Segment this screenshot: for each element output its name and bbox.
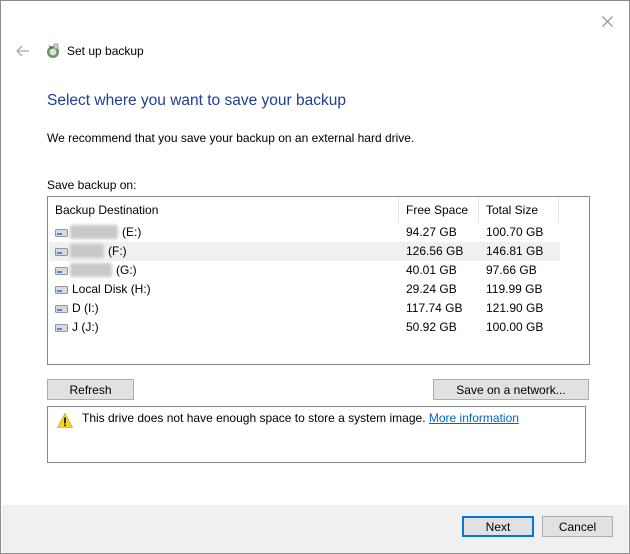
free-space-value: 29.24 GB <box>406 282 457 296</box>
table-row[interactable]: (G:) 40.01 GB 97.66 GB <box>49 261 560 280</box>
close-icon <box>601 15 613 27</box>
more-information-link[interactable]: More information <box>429 411 519 425</box>
setup-backup-window: Set up backup Select where you want to s… <box>0 0 630 554</box>
table-row[interactable]: (F:) 126.56 GB 146.81 GB <box>49 242 560 261</box>
free-space-value: 94.27 GB <box>406 225 457 239</box>
list-header: Backup Destination Free Space Total Size <box>48 197 589 223</box>
footer-bar <box>2 505 628 553</box>
save-backup-on-label: Save backup on: <box>47 178 137 192</box>
column-header-destination[interactable]: Backup Destination <box>48 197 399 223</box>
drive-icon <box>55 324 68 332</box>
warning-icon <box>57 413 73 428</box>
refresh-button[interactable]: Refresh <box>47 379 134 400</box>
table-row[interactable]: (E:) 94.27 GB 100.70 GB <box>49 223 560 242</box>
column-header-free-space[interactable]: Free Space <box>399 197 479 223</box>
column-header-total-size[interactable]: Total Size <box>479 197 559 223</box>
total-size-value: 121.90 GB <box>486 301 544 315</box>
window-title: Set up backup <box>67 44 144 58</box>
table-row[interactable]: Local Disk (H:) 29.24 GB 119.99 GB <box>49 280 560 299</box>
total-size-value: 100.00 GB <box>486 320 544 334</box>
free-space-value: 126.56 GB <box>406 244 464 258</box>
destination-name: Local Disk (H:) <box>72 282 151 296</box>
free-space-value: 40.01 GB <box>406 263 457 277</box>
total-size-value: 97.66 GB <box>486 263 537 277</box>
save-on-network-button[interactable]: Save on a network... <box>433 379 589 400</box>
free-space-value: 50.92 GB <box>406 320 457 334</box>
recommendation-text: We recommend that you save your backup o… <box>47 131 415 145</box>
total-size-value: 100.70 GB <box>486 225 544 239</box>
redacted-label <box>70 263 112 277</box>
free-space-value: 117.74 GB <box>406 301 463 315</box>
table-row[interactable]: D (I:) 117.74 GB 121.90 GB <box>49 299 560 318</box>
backup-icon <box>47 43 59 58</box>
warning-message: This drive does not have enough space to… <box>82 411 519 425</box>
next-button[interactable]: Next <box>462 516 534 537</box>
close-button[interactable] <box>595 9 619 33</box>
drive-icon <box>55 286 68 294</box>
drive-icon <box>55 267 68 275</box>
backup-destination-list[interactable]: Backup Destination Free Space Total Size… <box>47 196 590 365</box>
destination-name: (E:) <box>122 225 142 239</box>
redacted-label <box>70 225 118 239</box>
redacted-label <box>70 244 104 258</box>
destination-name: J (J:) <box>72 320 99 334</box>
table-row[interactable]: J (J:) 50.92 GB 100.00 GB <box>49 318 560 337</box>
drive-icon <box>55 305 68 313</box>
cancel-button[interactable]: Cancel <box>542 516 613 537</box>
destination-name: (G:) <box>116 263 137 277</box>
destination-name: (F:) <box>108 244 127 258</box>
destination-name: D (I:) <box>72 301 99 315</box>
total-size-value: 119.99 GB <box>486 282 543 296</box>
back-button[interactable] <box>13 41 33 61</box>
drive-icon <box>55 229 68 237</box>
warning-text: This drive does not have enough space to… <box>82 411 426 425</box>
warning-box: This drive does not have enough space to… <box>47 406 586 463</box>
back-arrow-icon <box>16 45 29 57</box>
page-heading: Select where you want to save your backu… <box>47 92 346 109</box>
total-size-value: 146.81 GB <box>486 244 544 258</box>
drive-icon <box>55 248 68 256</box>
